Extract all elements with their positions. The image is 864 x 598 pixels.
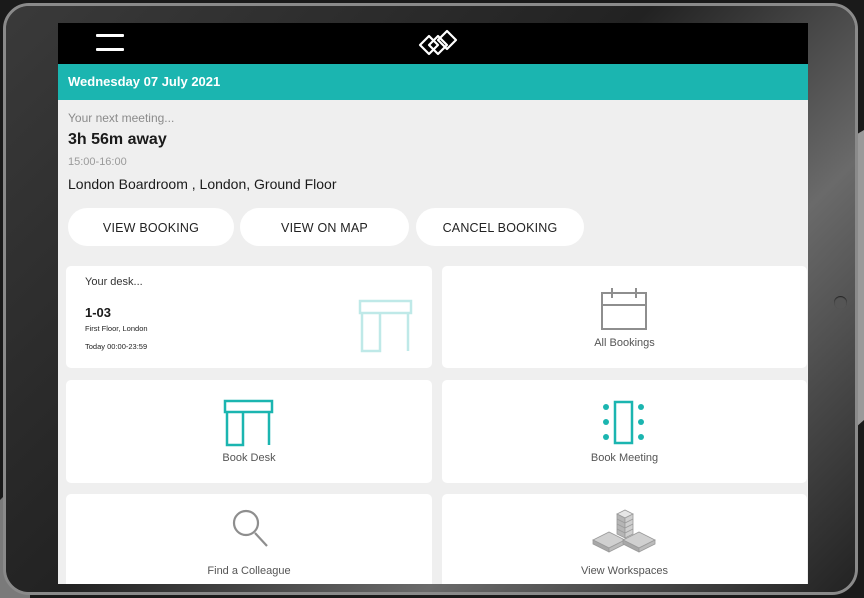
find-colleague-tile[interactable]: Find a Colleague xyxy=(66,494,432,584)
date-bar: Wednesday 07 July 2021 xyxy=(58,64,808,100)
view-booking-button[interactable]: VIEW BOOKING xyxy=(68,208,234,246)
find-colleague-label: Find a Colleague xyxy=(207,565,291,577)
next-meeting-label: Your next meeting... xyxy=(68,111,175,125)
hamburger-menu-icon[interactable] xyxy=(96,34,124,52)
meeting-location: London Boardroom , London, Ground Floor xyxy=(68,176,337,192)
desk-hours: Today 00:00-23:59 xyxy=(85,342,148,351)
book-meeting-label: Book Meeting xyxy=(590,452,659,464)
book-desk-label: Book Desk xyxy=(222,452,276,464)
view-workspaces-tile[interactable]: View Workspaces xyxy=(442,494,807,584)
top-bar xyxy=(58,23,808,64)
book-meeting-tile[interactable]: Book Meeting xyxy=(442,380,807,483)
your-desk-card[interactable]: Your desk... 1-03 First Floor, London To… xyxy=(66,266,432,368)
cancel-booking-button[interactable]: CANCEL BOOKING xyxy=(416,208,584,246)
view-workspaces-label: View Workspaces xyxy=(580,565,669,577)
search-icon xyxy=(232,509,268,547)
desk-floor: First Floor, London xyxy=(85,324,148,333)
desk-id: 1-03 xyxy=(85,305,112,320)
meeting-table-icon xyxy=(603,400,644,445)
book-desk-tile[interactable]: Book Desk xyxy=(66,380,432,483)
calendar-icon xyxy=(601,288,647,330)
current-date: Wednesday 07 July 2021 xyxy=(68,74,221,89)
diamond-logo-icon xyxy=(418,29,458,56)
home-button[interactable] xyxy=(834,296,847,309)
desk-icon xyxy=(223,399,274,447)
all-bookings-tile[interactable]: All Bookings xyxy=(442,266,807,368)
desk-icon xyxy=(358,299,413,353)
meeting-time: 15:00-16:00 xyxy=(68,156,127,168)
view-on-map-button[interactable]: VIEW ON MAP xyxy=(240,208,409,246)
app-screen: Wednesday 07 July 2021 Your next meeting… xyxy=(58,23,808,584)
your-desk-label: Your desk... xyxy=(85,276,143,288)
all-bookings-label: All Bookings xyxy=(594,337,655,349)
meeting-countdown: 3h 56m away xyxy=(68,131,167,148)
workspaces-3d-icon xyxy=(592,509,656,553)
